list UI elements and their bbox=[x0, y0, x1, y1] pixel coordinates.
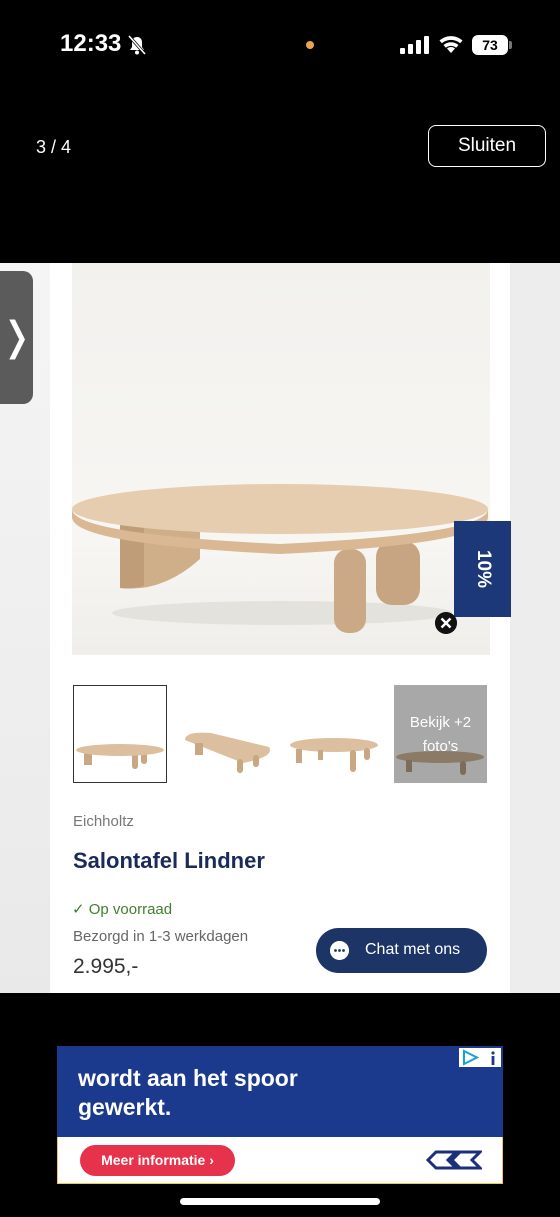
chat-bubble-icon bbox=[330, 941, 349, 960]
ad-headline: wordt aan het spoor gewerkt. bbox=[78, 1065, 298, 1120]
status-time: 12:33 bbox=[60, 30, 122, 57]
close-button[interactable]: Sluiten bbox=[428, 125, 546, 167]
product-image[interactable] bbox=[72, 263, 490, 655]
ns-logo-icon bbox=[426, 1150, 482, 1170]
more-photos-thumbnail[interactable]: Bekijk +2 foto's bbox=[394, 685, 487, 783]
bell-muted-icon bbox=[127, 35, 147, 55]
battery-icon: 73 bbox=[472, 35, 508, 55]
product-screenshot: ❭ 10% Bekijk +2 foto's Eichholtz Salonta… bbox=[0, 263, 560, 993]
ad-header: wordt aan het spoor gewerkt. bbox=[57, 1046, 503, 1137]
discount-label: 10% bbox=[472, 549, 494, 589]
coffee-table-illustration bbox=[72, 484, 488, 633]
discount-tab[interactable]: 10% bbox=[454, 521, 511, 617]
privacy-indicator-dot bbox=[306, 41, 314, 49]
ad-footer: Meer informatie › bbox=[57, 1137, 503, 1184]
previous-arrow-icon[interactable]: ❭ bbox=[0, 271, 34, 404]
product-price: 2.995,- bbox=[73, 955, 139, 978]
brand-link[interactable]: Eichholtz bbox=[73, 813, 134, 830]
home-indicator[interactable] bbox=[180, 1198, 380, 1205]
image-counter: 3 / 4 bbox=[36, 137, 72, 157]
product-title: Salontafel Lindner bbox=[73, 848, 265, 873]
wifi-icon bbox=[439, 36, 463, 53]
thumbnail-3[interactable] bbox=[288, 685, 382, 783]
right-margin bbox=[510, 263, 560, 993]
thumbnail-2[interactable] bbox=[183, 685, 277, 783]
chat-label: Chat met ons bbox=[365, 941, 461, 958]
screen: { "status_bar": { "time": "12:33", "batt… bbox=[0, 0, 560, 1217]
battery-nub bbox=[509, 41, 512, 49]
more-info-button[interactable]: Meer informatie › bbox=[80, 1145, 235, 1176]
stock-status: ✓ Op voorraad bbox=[72, 901, 173, 918]
signal-icon bbox=[400, 36, 429, 54]
more-photos-label: Bekijk +2 foto's bbox=[409, 714, 472, 755]
ad-choices-icon[interactable] bbox=[459, 1048, 501, 1067]
close-icon[interactable] bbox=[435, 612, 457, 634]
thumbnail-1[interactable] bbox=[73, 685, 167, 783]
ad-banner[interactable]: wordt aan het spoor gewerkt. Meer inform… bbox=[57, 1046, 503, 1184]
delivery-info: Bezorgd in 1-3 werkdagen bbox=[73, 928, 249, 945]
chat-button[interactable]: Chat met ons bbox=[316, 928, 487, 973]
